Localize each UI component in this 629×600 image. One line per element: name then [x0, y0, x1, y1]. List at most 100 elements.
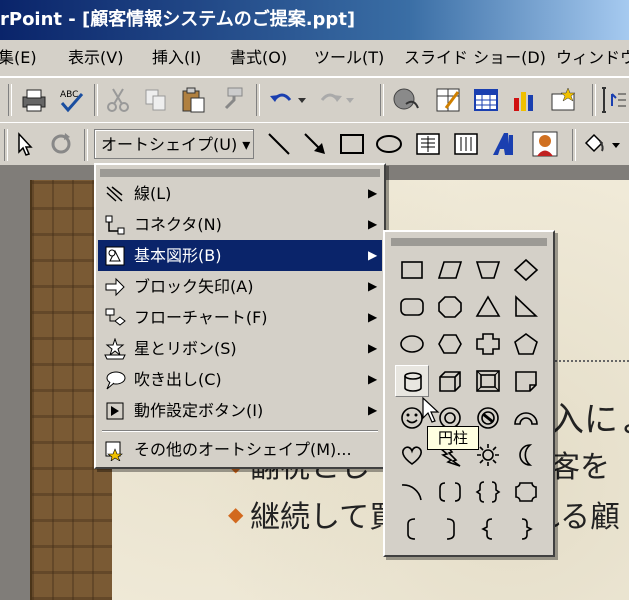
menu-format[interactable]: 書式(O) — [230, 40, 287, 76]
menu-item-label: 基本図形(B) — [134, 246, 222, 265]
shape-cube-button[interactable] — [433, 365, 467, 397]
left-bracket-icon — [407, 518, 416, 540]
copy-icon[interactable] — [142, 86, 170, 114]
tables-borders-icon[interactable] — [434, 86, 462, 114]
double-brace-icon — [475, 481, 501, 503]
shape-triangle-button[interactable] — [471, 291, 505, 323]
shape-hexagon-button[interactable] — [433, 328, 467, 360]
toolbar-separator — [380, 84, 384, 116]
menu-item-callouts[interactable]: 吹き出し(C) ▶ — [98, 364, 382, 395]
shape-trapezoid-button[interactable] — [471, 254, 505, 286]
menu-item-flowchart[interactable]: フローチャート(F) ▶ — [98, 302, 382, 333]
shape-rectangle-button[interactable] — [395, 254, 429, 286]
wordart-icon[interactable] — [490, 131, 518, 157]
menu-item-label: 線(L) — [134, 184, 172, 203]
select-objects-icon[interactable] — [14, 131, 36, 157]
submenu-arrow-icon: ▶ — [368, 372, 378, 386]
print-icon[interactable] — [20, 86, 48, 114]
shape-folded-corner-button[interactable] — [509, 365, 543, 397]
shape-heart-button[interactable] — [395, 439, 429, 471]
moon-icon — [519, 444, 533, 466]
basic-shapes-icon — [105, 246, 125, 266]
oval-tool-icon[interactable] — [374, 131, 404, 157]
submenu-arrow-icon: ▶ — [368, 310, 378, 324]
shape-pentagon-button[interactable] — [509, 328, 543, 360]
more-autoshapes-icon — [105, 441, 123, 461]
shape-left-bracket-button[interactable] — [395, 513, 429, 545]
line-icon — [106, 186, 123, 202]
triangle-icon — [475, 295, 501, 317]
drawing-toolbar: オートシェイプ(U) ▾ — [0, 122, 629, 166]
new-slide-icon[interactable] — [548, 86, 582, 114]
shape-octagon-button[interactable] — [433, 291, 467, 323]
text-box-icon[interactable] — [414, 131, 442, 157]
menu-drag-handle[interactable] — [100, 169, 380, 177]
menu-item-lines[interactable]: 線(L) ▶ — [98, 178, 382, 209]
shape-parallelogram-button[interactable] — [433, 254, 467, 286]
placeholder-border — [555, 360, 629, 362]
vertical-text-box-icon[interactable] — [452, 131, 480, 157]
menu-slideshow[interactable]: スライド ショー(D) — [404, 40, 546, 76]
menu-item-action-buttons[interactable]: 動作設定ボタン(I) ▶ — [98, 395, 382, 426]
clip-art-icon[interactable] — [530, 129, 560, 159]
rounded-rectangle-icon — [400, 298, 424, 316]
folded-corner-icon — [515, 371, 537, 392]
menu-item-connectors[interactable]: コネクタ(N) ▶ — [98, 209, 382, 240]
pentagon-icon — [514, 333, 538, 355]
arrow-tool-icon[interactable] — [302, 131, 328, 157]
shape-right-bracket-button[interactable] — [433, 513, 467, 545]
menu-edit[interactable]: 集(E) — [0, 40, 37, 76]
free-rotate-icon[interactable] — [48, 131, 74, 157]
block-arc-icon — [514, 412, 538, 425]
shape-double-brace-button[interactable] — [471, 476, 505, 508]
standard-toolbar: ABC — [0, 77, 629, 123]
shape-diamond-button[interactable] — [509, 254, 543, 286]
cut-icon[interactable] — [104, 86, 132, 114]
shape-plaque-button[interactable] — [509, 476, 543, 508]
right-brace-icon — [521, 518, 533, 540]
menu-item-block-arrows[interactable]: ブロック矢印(A) ▶ — [98, 271, 382, 302]
autoshapes-button[interactable]: オートシェイプ(U) ▾ — [94, 129, 254, 159]
rectangle-tool-icon[interactable] — [338, 131, 366, 157]
submenu-arrow-icon: ▶ — [368, 341, 378, 355]
star-ribbon-icon — [104, 338, 126, 360]
redo-icon[interactable] — [318, 86, 358, 114]
shape-double-bracket-button[interactable] — [433, 476, 467, 508]
menu-tools[interactable]: ツール(T) — [314, 40, 384, 76]
menu-item-basic-shapes[interactable]: 基本図形(B) ▶ — [98, 240, 382, 271]
menu-item-label: フローチャート(F) — [134, 308, 268, 327]
menu-window[interactable]: ウィンドウ — [556, 40, 629, 76]
trapezoid-icon — [475, 261, 501, 279]
paste-icon[interactable] — [180, 86, 208, 114]
shape-rounded-rectangle-button[interactable] — [395, 291, 429, 323]
insert-table-icon[interactable] — [472, 86, 500, 114]
shape-bevel-button[interactable] — [471, 365, 505, 397]
shape-left-brace-button[interactable] — [471, 513, 505, 545]
flowchart-icon — [105, 308, 126, 326]
shape-right-brace-button[interactable] — [509, 513, 543, 545]
shape-moon-button[interactable] — [509, 439, 543, 471]
line-tool-icon[interactable] — [266, 131, 292, 157]
menu-separator — [102, 430, 378, 432]
fill-color-icon[interactable] — [582, 131, 628, 157]
menu-item-more-autoshapes[interactable]: その他のオートシェイプ(M)... — [98, 434, 382, 465]
shape-cross-button[interactable] — [471, 328, 505, 360]
insert-chart-icon[interactable] — [510, 86, 538, 114]
menu-view[interactable]: 表示(V) — [68, 40, 123, 76]
shape-arc-button[interactable] — [395, 476, 429, 508]
expand-icon[interactable] — [600, 86, 628, 114]
menu-item-stars-ribbons[interactable]: 星とリボン(S) ▶ — [98, 333, 382, 364]
format-painter-icon[interactable] — [218, 86, 246, 114]
submenu-drag-handle[interactable] — [391, 238, 547, 246]
shape-cylinder-button[interactable] — [395, 365, 429, 397]
spellcheck-icon[interactable]: ABC — [58, 86, 86, 114]
shape-block-arc-button[interactable] — [509, 402, 543, 434]
hyperlink-icon[interactable] — [392, 86, 420, 114]
undo-icon[interactable] — [268, 86, 308, 114]
menu-bar: 集(E) 表示(V) 挿入(I) 書式(O) ツール(T) スライド ショー(D… — [0, 40, 629, 77]
menu-insert[interactable]: 挿入(I) — [152, 40, 201, 76]
bevel-icon — [476, 370, 500, 392]
diamond-icon — [513, 258, 539, 282]
shape-right-triangle-button[interactable] — [509, 291, 543, 323]
shape-oval-button[interactable] — [395, 328, 429, 360]
